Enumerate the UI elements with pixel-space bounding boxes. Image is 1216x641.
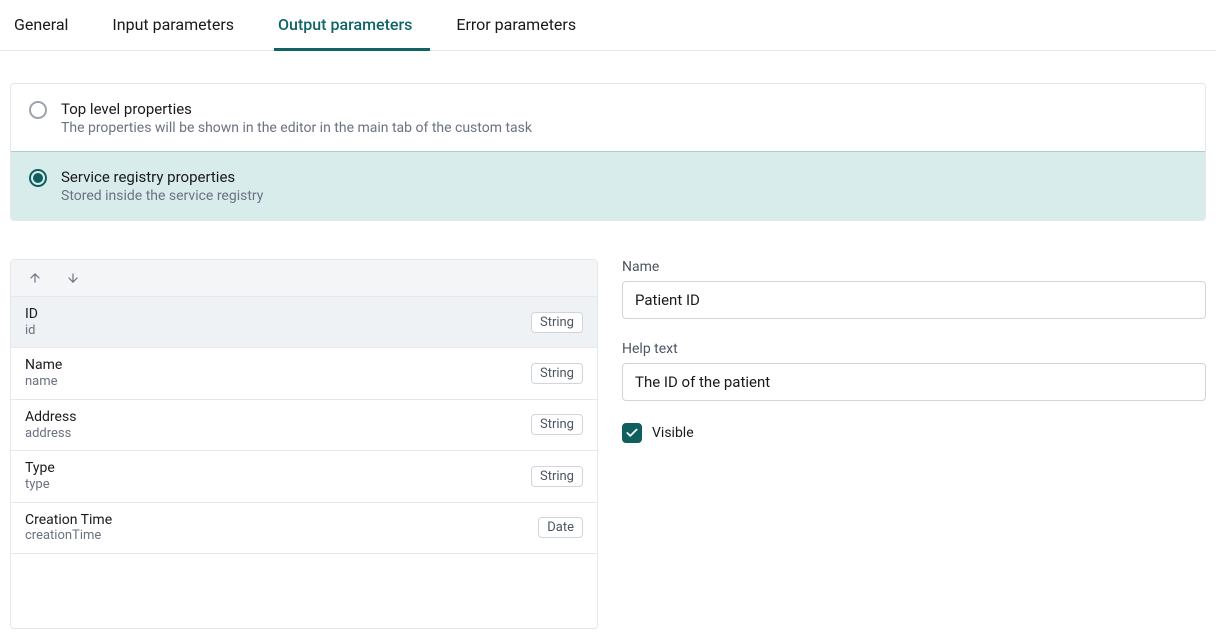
name-input[interactable] (622, 281, 1206, 319)
type-chip: Date (538, 517, 583, 538)
list-item[interactable]: Typetype String (11, 451, 597, 502)
name-label: Name (622, 259, 1206, 275)
radio-top-desc: The properties will be shown in the edit… (61, 120, 532, 136)
radio-icon (29, 169, 47, 187)
parameters-list: IDid String Namename String Addressaddress St… (10, 259, 598, 629)
help-text-label: Help text (622, 341, 1206, 357)
list-item-label: Address (25, 409, 76, 426)
radio-service-title: Service registry properties (61, 168, 263, 186)
list-item[interactable]: Addressaddress String (11, 400, 597, 451)
list-item-label: ID (25, 306, 38, 323)
tab-output-parameters[interactable]: Output parameters (274, 1, 430, 51)
help-text-input[interactable] (622, 363, 1206, 401)
move-down-button[interactable] (63, 268, 83, 288)
list-item[interactable]: Namename String (11, 348, 597, 399)
type-chip: String (531, 363, 583, 384)
radio-top-title: Top level properties (61, 100, 532, 118)
list-item-label: Name (25, 357, 62, 374)
properties-scope-group: Top level properties The properties will… (10, 83, 1206, 221)
list-item-sublabel: address (25, 426, 76, 442)
visible-checkbox[interactable]: Visible (622, 423, 1206, 443)
tab-bar: General Input parameters Output paramete… (0, 0, 1216, 51)
tab-general[interactable]: General (10, 1, 86, 51)
list-item-sublabel: id (25, 323, 38, 339)
checkbox-checked-icon (622, 423, 642, 443)
type-chip: String (531, 312, 583, 333)
arrow-down-icon (66, 271, 80, 285)
parameter-form: Name Help text Visible (622, 259, 1206, 629)
tab-error-parameters[interactable]: Error parameters (452, 1, 594, 51)
list-item[interactable]: IDid String (11, 297, 597, 348)
radio-service-desc: Stored inside the service registry (61, 188, 263, 204)
list-item-sublabel: name (25, 374, 62, 390)
radio-service-registry-properties[interactable]: Service registry properties Stored insid… (10, 151, 1206, 221)
radio-icon (29, 101, 47, 119)
radio-top-level-properties[interactable]: Top level properties The properties will… (11, 84, 1205, 152)
list-item-label: Creation Time (25, 512, 112, 529)
move-up-button[interactable] (25, 268, 45, 288)
type-chip: String (531, 414, 583, 435)
list-item-sublabel: type (25, 477, 55, 493)
list-item-sublabel: creationTime (25, 528, 112, 544)
tab-input-parameters[interactable]: Input parameters (108, 1, 252, 51)
visible-label: Visible (652, 425, 694, 441)
list-item[interactable]: Creation TimecreationTime Date (11, 503, 597, 554)
list-toolbar (11, 260, 597, 297)
arrow-up-icon (28, 271, 42, 285)
list-item-label: Type (25, 460, 55, 477)
type-chip: String (531, 466, 583, 487)
